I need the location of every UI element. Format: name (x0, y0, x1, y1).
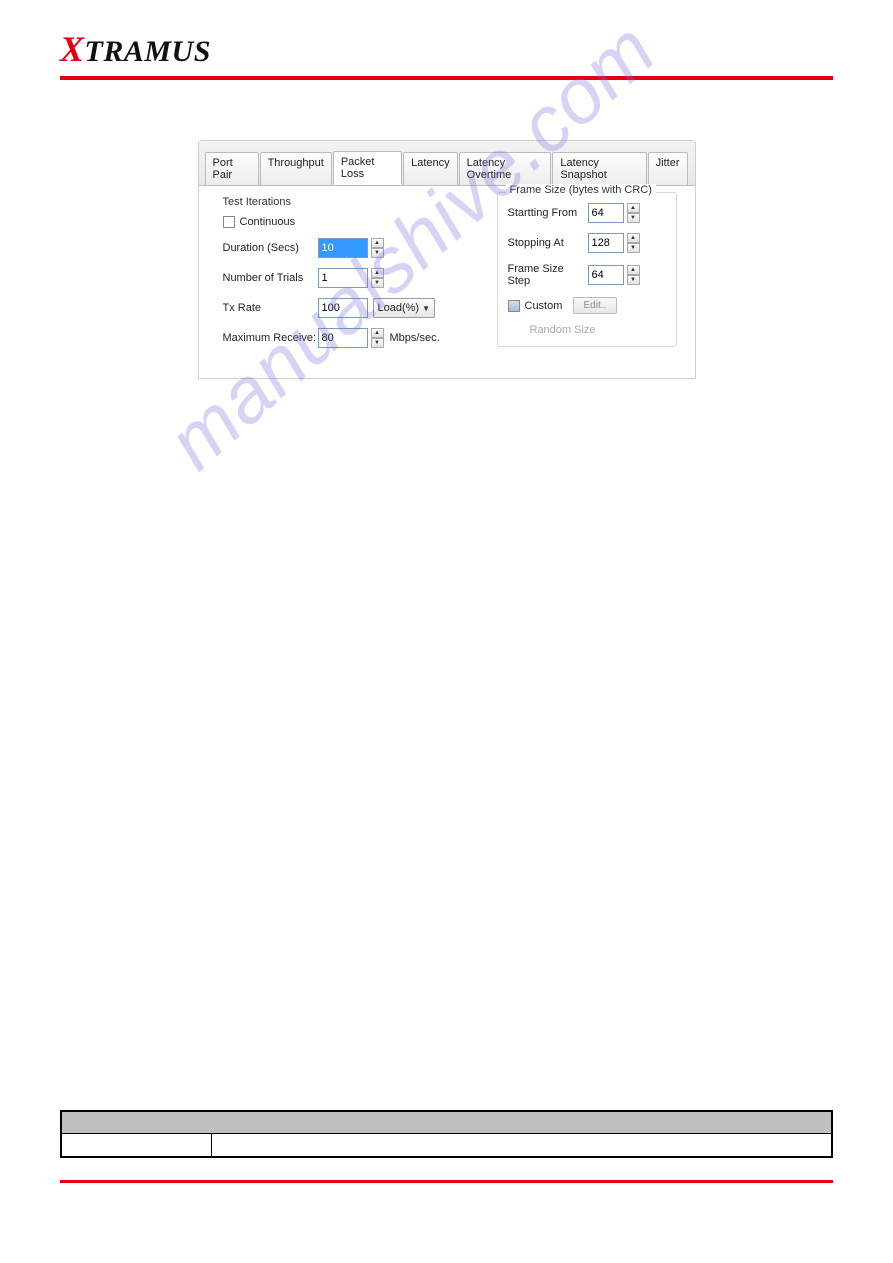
step-up[interactable]: ▲ (627, 265, 640, 275)
txrate-unit-label: Load(%) (378, 302, 420, 314)
custom-checkbox[interactable] (508, 300, 520, 312)
table-header-row (62, 1112, 831, 1134)
tab-latency[interactable]: Latency (403, 152, 458, 186)
start-up[interactable]: ▲ (627, 203, 640, 213)
start-input[interactable] (588, 203, 624, 223)
tab-packet-loss[interactable]: Packet Loss (333, 151, 402, 185)
tab-jitter[interactable]: Jitter (648, 152, 688, 186)
frame-size-legend: Frame Size (bytes with CRC) (506, 184, 656, 196)
continuous-checkbox[interactable] (223, 216, 235, 228)
brand-x: X (60, 29, 85, 69)
maxrecv-unit: Mbps/sec. (390, 332, 440, 344)
trials-input[interactable] (318, 268, 368, 288)
step-input[interactable] (588, 265, 624, 285)
group-frame-size: Frame Size (bytes with CRC) Startting Fr… (497, 192, 677, 347)
tab-latency-snapshot[interactable]: Latency Snapshot (552, 152, 646, 186)
row-txrate: Tx Rate Load(%) ▼ (223, 298, 483, 318)
step-label: Frame Size Step (508, 263, 588, 287)
random-size-label: Random Size (530, 324, 668, 336)
trials-label: Number of Trials (223, 272, 318, 284)
header-rule (60, 76, 833, 80)
maxrecv-up[interactable]: ▲ (371, 328, 384, 338)
tab-throughput[interactable]: Throughput (260, 152, 332, 186)
start-down[interactable]: ▼ (627, 213, 640, 223)
custom-label: Custom (525, 300, 573, 312)
row-step: Frame Size Step ▲ ▼ (508, 263, 668, 287)
row-start: Startting From ▲ ▼ (508, 203, 668, 223)
trials-down[interactable]: ▼ (371, 278, 384, 288)
app-window: Port Pair Throughput Packet Loss Latency… (198, 140, 696, 379)
step-down[interactable]: ▼ (627, 275, 640, 285)
tab-bar: Port Pair Throughput Packet Loss Latency… (199, 141, 695, 185)
row-continuous: Continuous (223, 216, 483, 228)
bottom-table (60, 1110, 833, 1158)
stop-down[interactable]: ▼ (627, 243, 640, 253)
footer-rule (60, 1180, 833, 1183)
tab-port-pair[interactable]: Port Pair (205, 152, 259, 186)
table-row (62, 1134, 831, 1156)
row-trials: Number of Trials ▲ ▼ (223, 268, 483, 288)
tab-latency-overtime[interactable]: Latency Overtime (459, 152, 552, 186)
txrate-label: Tx Rate (223, 302, 318, 314)
table-cell-2 (212, 1134, 831, 1156)
row-custom: Custom Edit.. (508, 297, 668, 314)
brand-rest: TRAMUS (85, 35, 211, 68)
row-duration: Duration (Secs) ▲ ▼ (223, 238, 483, 258)
group-test-iterations: Test Iterations Continuous Duration (Sec… (223, 196, 483, 358)
duration-down[interactable]: ▼ (371, 248, 384, 258)
table-cell-1 (62, 1134, 212, 1156)
group-title-iterations: Test Iterations (223, 196, 483, 208)
maxrecv-input[interactable] (318, 328, 368, 348)
continuous-label: Continuous (240, 216, 296, 228)
maxrecv-label: Maximum Receive: (223, 332, 318, 344)
stop-input[interactable] (588, 233, 624, 253)
stop-up[interactable]: ▲ (627, 233, 640, 243)
txrate-input[interactable] (318, 298, 368, 318)
duration-label: Duration (Secs) (223, 242, 318, 254)
brand-logo: XTRAMUS (60, 28, 833, 70)
duration-up[interactable]: ▲ (371, 238, 384, 248)
edit-button[interactable]: Edit.. (573, 297, 618, 314)
row-stop: Stopping At ▲ ▼ (508, 233, 668, 253)
trials-up[interactable]: ▲ (371, 268, 384, 278)
chevron-down-icon: ▼ (422, 304, 430, 313)
row-maxrecv: Maximum Receive: ▲ ▼ Mbps/sec. (223, 328, 483, 348)
panel-packet-loss: Test Iterations Continuous Duration (Sec… (199, 185, 695, 378)
duration-input[interactable] (318, 238, 368, 258)
start-label: Startting From (508, 207, 588, 219)
txrate-unit-dropdown[interactable]: Load(%) ▼ (373, 298, 436, 318)
stop-label: Stopping At (508, 237, 588, 249)
maxrecv-down[interactable]: ▼ (371, 338, 384, 348)
